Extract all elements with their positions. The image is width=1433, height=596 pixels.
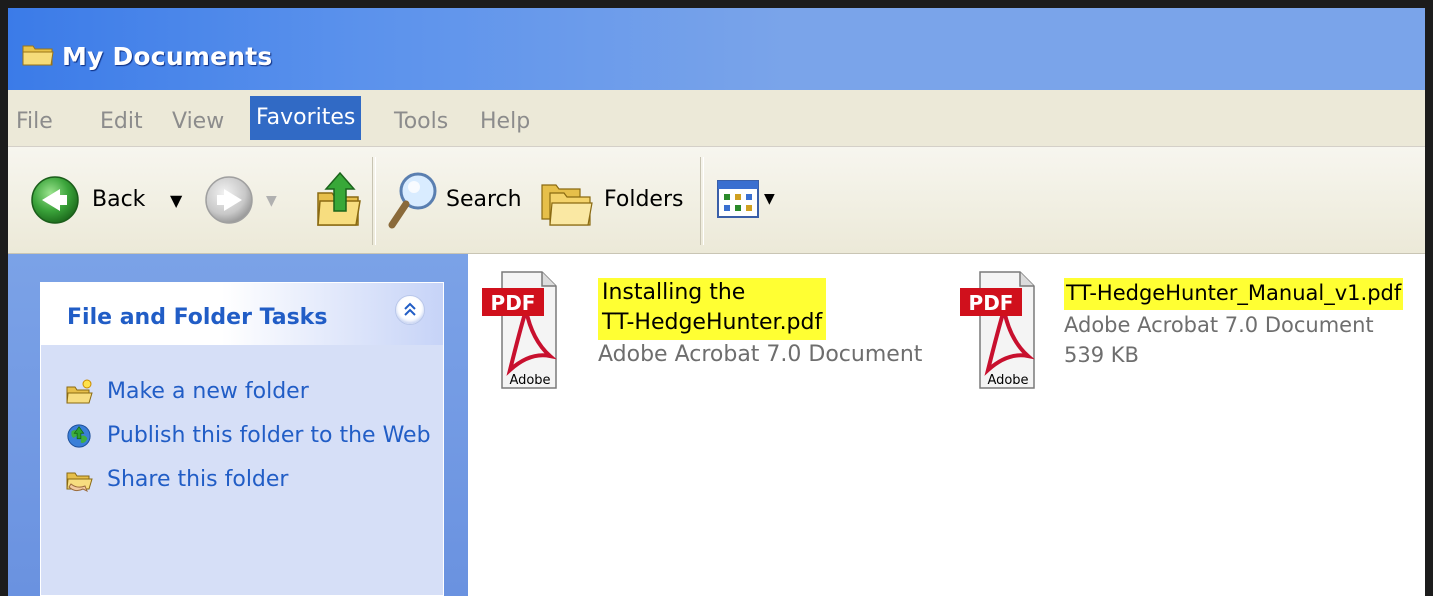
file-list-pane: PDF Adobe Installing the TT-HedgeHunter.…: [468, 254, 1425, 596]
task-list: Make a new folder Publish this folder to…: [65, 377, 435, 509]
toolbar: Back ▼ ▼ Search Folders ▼: [8, 147, 1425, 254]
forward-button[interactable]: ▼: [204, 175, 284, 231]
menu-edit[interactable]: Edit: [94, 104, 149, 140]
chevron-up-icon: [404, 302, 416, 316]
file-info: Installing the TT-HedgeHunter.pdf Adobe …: [598, 278, 928, 370]
task-pane: File and Folder Tasks Make a new folder …: [8, 254, 468, 596]
file-folder-tasks-panel: File and Folder Tasks Make a new folder …: [40, 282, 444, 596]
folders-button[interactable]: Folders: [540, 171, 690, 235]
explorer-window: My Documents File Edit View Favorites To…: [0, 0, 1433, 596]
file-info: TT-HedgeHunter_Manual_v1.pdf Adobe Acrob…: [1064, 278, 1418, 370]
folder-icon: [22, 45, 54, 66]
adobe-brand-text: Adobe: [987, 373, 1028, 388]
back-arrow-icon: [31, 176, 79, 224]
folders-label: Folders: [604, 187, 684, 212]
window-frame: My Documents File Edit View Favorites To…: [8, 8, 1425, 596]
pdf-badge-text: PDF: [491, 291, 536, 315]
menu-tools[interactable]: Tools: [388, 104, 454, 140]
file-type: Adobe Acrobat 7.0 Document: [598, 342, 923, 367]
file-name: Installing the: [602, 280, 746, 305]
file-name: TT-HedgeHunter.pdf: [602, 310, 823, 335]
file-type: Adobe Acrobat 7.0 Document: [1064, 313, 1374, 337]
toolbar-separator: [700, 157, 704, 245]
task-panel-title: File and Folder Tasks: [67, 305, 328, 330]
file-item[interactable]: PDF Adobe TT-HedgeHunter_Manual_v1.pdf A…: [958, 270, 1418, 400]
file-size: 539 KB: [1064, 343, 1139, 367]
back-button[interactable]: Back ▼: [30, 175, 200, 231]
new-folder-icon: [66, 379, 93, 404]
file-name-highlight: Installing the TT-HedgeHunter.pdf: [598, 278, 827, 340]
pdf-file-icon: PDF Adobe: [482, 271, 557, 389]
views-icon: [717, 180, 759, 218]
forward-arrow-icon: [205, 176, 253, 224]
task-label: Make a new folder: [107, 379, 309, 404]
menu-file[interactable]: File: [10, 104, 59, 140]
file-name: TT-HedgeHunter_Manual_v1.pdf: [1066, 281, 1402, 305]
adobe-brand-text: Adobe: [509, 373, 550, 388]
folders-icon: [541, 184, 593, 226]
views-dropdown-icon[interactable]: ▼: [764, 191, 775, 207]
menu-help[interactable]: Help: [474, 104, 536, 140]
task-share-folder[interactable]: Share this folder: [65, 465, 435, 495]
share-folder-icon: [66, 472, 93, 493]
toolbar-separator: [372, 157, 376, 245]
up-folder-icon: [317, 171, 361, 226]
search-icon: [388, 172, 437, 229]
file-name-highlight: TT-HedgeHunter_Manual_v1.pdf: [1064, 278, 1404, 310]
task-label: Publish this folder to the Web: [107, 423, 431, 448]
menu-view[interactable]: View: [166, 104, 230, 140]
pdf-badge-text: PDF: [969, 291, 1014, 315]
search-button[interactable]: Search: [388, 169, 538, 233]
task-make-new-folder[interactable]: Make a new folder: [65, 377, 435, 407]
forward-dropdown-icon[interactable]: ▼: [266, 193, 277, 209]
collapse-button[interactable]: [395, 295, 425, 325]
globe-icon: [67, 424, 91, 448]
back-label: Back: [92, 187, 146, 212]
menu-favorites[interactable]: Favorites: [250, 96, 362, 140]
pdf-file-icon: PDF Adobe: [960, 271, 1035, 389]
title-bar[interactable]: My Documents: [8, 8, 1425, 90]
task-publish-folder[interactable]: Publish this folder to the Web: [65, 421, 435, 451]
up-folder-button[interactable]: [314, 167, 364, 231]
file-item[interactable]: PDF Adobe Installing the TT-HedgeHunter.…: [480, 270, 922, 400]
search-label: Search: [446, 187, 522, 212]
task-panel-header[interactable]: File and Folder Tasks: [41, 283, 443, 345]
back-dropdown-icon[interactable]: ▼: [170, 191, 182, 210]
window-title: My Documents: [62, 42, 273, 71]
task-label: Share this folder: [107, 467, 289, 492]
views-button[interactable]: ▼: [716, 179, 786, 227]
menu-bar: File Edit View Favorites Tools Help: [8, 90, 1425, 147]
